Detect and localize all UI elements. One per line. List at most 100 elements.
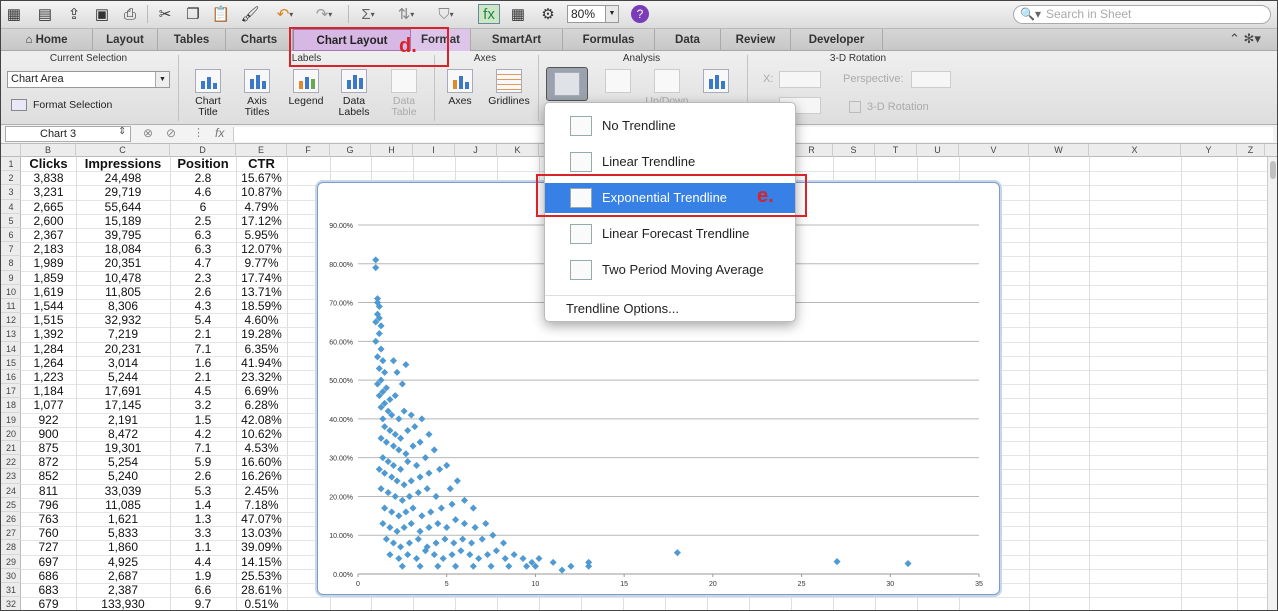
table-cell[interactable]: 686 — [21, 569, 76, 583]
table-cell[interactable]: 875 — [21, 441, 76, 455]
table-cell[interactable]: 6.28% — [236, 398, 287, 412]
row-header[interactable]: 13 — [1, 327, 21, 342]
table-cell[interactable]: 7.1 — [170, 441, 236, 455]
gallery-icon[interactable]: ▦ — [507, 4, 529, 24]
gridlines-button[interactable]: Gridlines — [487, 69, 531, 107]
zoom-select[interactable]: 80% ▼ — [567, 5, 619, 23]
menu-item-linear-forecast-trendline[interactable]: Linear Forecast Trendline — [545, 219, 795, 249]
toolbox-icon[interactable]: ⚙ — [537, 4, 559, 24]
table-cell[interactable]: 2.3 — [170, 271, 236, 285]
tab-home[interactable]: ⌂ Home — [1, 29, 93, 51]
row-header[interactable]: 29 — [1, 555, 21, 569]
table-cell[interactable]: 4.5 — [170, 384, 236, 398]
row-header[interactable]: 4 — [1, 200, 21, 214]
column-header[interactable]: I — [413, 144, 455, 157]
new-workbook-icon[interactable]: ▦ — [3, 4, 25, 24]
templates-icon[interactable]: ▤ — [34, 4, 56, 24]
table-cell[interactable]: 1.4 — [170, 498, 236, 512]
column-header[interactable]: X — [1089, 144, 1181, 157]
data-labels-button[interactable]: Data Labels — [335, 69, 373, 118]
table-cell[interactable]: 16.60% — [236, 455, 287, 469]
tab-data[interactable]: Data — [655, 29, 721, 51]
row-header[interactable]: 15 — [1, 356, 21, 370]
table-cell[interactable]: 1,077 — [21, 398, 76, 412]
menu-item-trendline-options[interactable]: Trendline Options... — [545, 294, 795, 324]
table-cell[interactable]: 6.69% — [236, 384, 287, 398]
table-cell[interactable]: 55,644 — [76, 200, 170, 214]
axis-titles-button[interactable]: Axis Titles — [238, 69, 276, 118]
column-header[interactable]: V — [959, 144, 1029, 157]
table-cell[interactable]: 5,254 — [76, 455, 170, 469]
table-cell[interactable]: 1.6 — [170, 356, 236, 370]
table-cell[interactable]: 5,240 — [76, 469, 170, 483]
header-cell[interactable]: CTR — [236, 157, 287, 171]
row-header[interactable]: 24 — [1, 484, 21, 498]
table-cell[interactable]: 1,859 — [21, 271, 76, 285]
table-cell[interactable]: 15,189 — [76, 214, 170, 228]
table-cell[interactable]: 2,387 — [76, 583, 170, 597]
format-selection-button[interactable]: Format Selection — [11, 99, 171, 111]
table-cell[interactable]: 1.9 — [170, 569, 236, 583]
table-cell[interactable]: 3,231 — [21, 185, 76, 199]
column-header[interactable]: K — [497, 144, 539, 157]
table-cell[interactable]: 5.4 — [170, 313, 236, 327]
table-cell[interactable]: 1,264 — [21, 356, 76, 370]
table-cell[interactable]: 1.3 — [170, 512, 236, 526]
header-cell[interactable]: Position — [170, 157, 236, 171]
table-cell[interactable]: 15.67% — [236, 171, 287, 185]
table-cell[interactable]: 17,145 — [76, 398, 170, 412]
paste-icon[interactable]: 📋 — [210, 4, 232, 24]
row-header[interactable]: 5 — [1, 214, 21, 228]
table-cell[interactable]: 1,621 — [76, 512, 170, 526]
table-cell[interactable]: 6.6 — [170, 583, 236, 597]
table-cell[interactable]: 32,932 — [76, 313, 170, 327]
table-cell[interactable]: 2,687 — [76, 569, 170, 583]
sort-icon[interactable]: ⇅ ▾ — [395, 4, 417, 24]
namebox-stepper-icon[interactable]: ⇕ — [118, 126, 126, 137]
table-cell[interactable]: 10.62% — [236, 427, 287, 441]
function-icon[interactable]: fx — [478, 4, 500, 24]
table-cell[interactable]: 2,183 — [21, 242, 76, 256]
table-cell[interactable]: 5.9 — [170, 455, 236, 469]
table-cell[interactable]: 42.08% — [236, 413, 287, 427]
table-cell[interactable]: 13.03% — [236, 526, 287, 540]
menu-item-no-trendline[interactable]: No Trendline — [545, 111, 795, 141]
legend-button[interactable]: Legend — [285, 69, 327, 107]
table-cell[interactable]: 760 — [21, 526, 76, 540]
table-cell[interactable]: 12.07% — [236, 242, 287, 256]
table-cell[interactable]: 1,392 — [21, 327, 76, 341]
table-cell[interactable]: 10,478 — [76, 271, 170, 285]
row-header[interactable]: 14 — [1, 342, 21, 356]
table-cell[interactable]: 922 — [21, 413, 76, 427]
save-icon[interactable]: ▣ — [91, 4, 113, 24]
filter-icon[interactable]: ⛉ ▾ — [435, 4, 457, 24]
x-rotation-input[interactable] — [779, 71, 821, 88]
open-icon[interactable]: ⇪ — [63, 4, 85, 24]
row-header[interactable]: 18 — [1, 398, 21, 413]
table-cell[interactable]: 24,498 — [76, 171, 170, 185]
table-cell[interactable]: 683 — [21, 583, 76, 597]
table-cell[interactable]: 14.15% — [236, 555, 287, 569]
confirm-icon[interactable]: ⊘ — [166, 126, 176, 140]
cut-icon[interactable]: ✂ — [154, 4, 176, 24]
chart-title-button[interactable]: Chart Title — [189, 69, 227, 118]
row-header[interactable]: 6 — [1, 228, 21, 243]
lines-button[interactable] — [599, 69, 637, 96]
table-cell[interactable]: 4.79% — [236, 200, 287, 214]
table-cell[interactable]: 1,619 — [21, 285, 76, 299]
table-cell[interactable]: 6.3 — [170, 228, 236, 242]
scroll-thumb[interactable] — [1270, 161, 1276, 179]
copy-icon[interactable]: ❐ — [182, 4, 204, 24]
table-cell[interactable]: 7.1 — [170, 342, 236, 356]
collapse-ribbon-icon[interactable]: ⌃ ✻▾ — [1229, 31, 1261, 47]
table-cell[interactable]: 2.1 — [170, 327, 236, 341]
table-cell[interactable]: 29,719 — [76, 185, 170, 199]
table-cell[interactable]: 3,014 — [76, 356, 170, 370]
table-cell[interactable]: 4.2 — [170, 427, 236, 441]
row-header[interactable]: 30 — [1, 569, 21, 583]
table-cell[interactable]: 1,515 — [21, 313, 76, 327]
row-header[interactable]: 2 — [1, 171, 21, 186]
table-cell[interactable]: 2.5 — [170, 214, 236, 228]
table-cell[interactable]: 13.71% — [236, 285, 287, 299]
table-cell[interactable]: 0.51% — [236, 597, 287, 610]
